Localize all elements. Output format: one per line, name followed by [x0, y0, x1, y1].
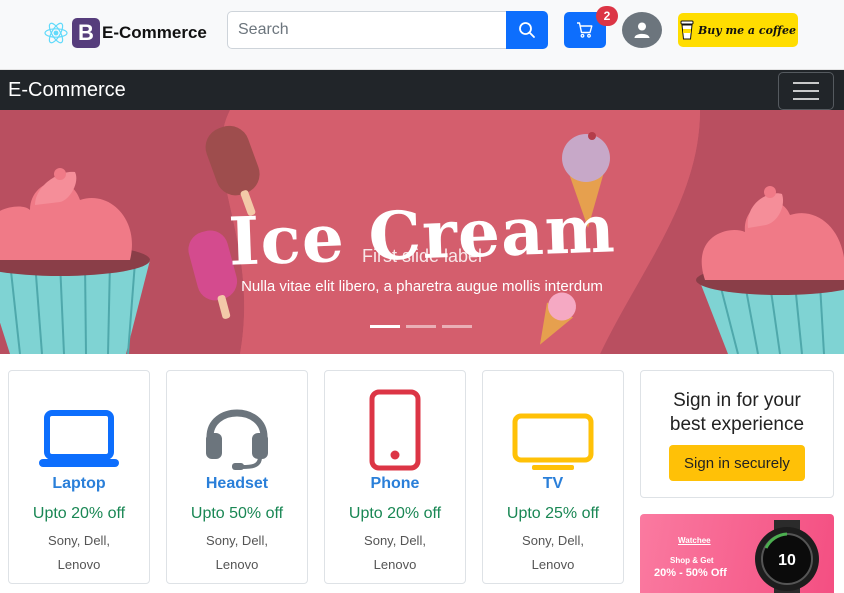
carousel-indicator-2[interactable]	[406, 325, 436, 328]
navbar-toggler-button[interactable]	[778, 72, 834, 110]
watch-promo-banner[interactable]: Watchee Shop & Get 20% - 50% Off 10	[640, 514, 834, 593]
react-icon	[44, 22, 68, 44]
product-offer: Upto 20% off	[348, 505, 442, 522]
tv-icon	[512, 413, 594, 470]
search-button[interactable]	[506, 11, 548, 49]
cart-count-badge: 2	[596, 6, 618, 26]
signin-title: Sign in for your best experience	[669, 390, 805, 435]
cart-icon	[577, 22, 593, 38]
user-icon	[634, 22, 650, 38]
promo-subtitle: Shop & Get	[670, 556, 714, 565]
product-brands: Sony, Dell, Lenovo	[206, 533, 268, 572]
search-icon	[519, 22, 535, 38]
carousel-indicators	[370, 325, 472, 328]
signin-card: Sign in for your best experience Sign in…	[640, 370, 834, 498]
hamburger-icon	[793, 82, 819, 84]
product-offer: Upto 50% off	[190, 505, 284, 522]
headset-icon	[206, 409, 268, 470]
phone-icon	[369, 389, 421, 471]
hero-carousel[interactable]: Ice Cream First slide label Nulla vitae …	[0, 110, 844, 354]
product-brands: Sony, Dell, Lenovo	[48, 533, 110, 572]
coffee-cup-icon	[680, 20, 694, 40]
user-avatar[interactable]	[622, 12, 662, 48]
carousel-indicator-3[interactable]	[442, 325, 472, 328]
promo-discount: 20% - 50% Off	[654, 567, 727, 579]
carousel-slide-label: First slide label	[361, 246, 483, 266]
search-input[interactable]	[227, 11, 506, 49]
product-offer: Upto 20% off	[32, 505, 126, 522]
buy-me-a-coffee-button[interactable]: Buy me a coffee	[678, 13, 798, 47]
svg-text:10: 10	[778, 552, 796, 569]
product-name[interactable]: TV	[483, 475, 623, 493]
product-card-headset[interactable]: Headset Upto 50% off Sony, Dell, Lenovo	[166, 370, 308, 584]
product-name[interactable]: Headset	[167, 475, 307, 493]
bootstrap-logo-icon: B	[72, 18, 100, 48]
laptop-icon	[39, 410, 119, 467]
search-bar	[227, 11, 548, 49]
main-navbar: E-Commerce	[0, 70, 844, 110]
product-card-phone[interactable]: Phone Upto 20% off Sony, Dell, Lenovo	[324, 370, 466, 584]
product-card-tv[interactable]: TV Upto 25% off Sony, Dell, Lenovo	[482, 370, 624, 584]
carousel-indicator-1[interactable]	[370, 325, 400, 328]
top-header: B E-Commerce 2 Buy me a coffe	[0, 0, 844, 70]
coffee-label: Buy me a coffee	[697, 23, 797, 37]
navbar-brand[interactable]: E-Commerce	[8, 79, 126, 102]
brand-logo[interactable]: B E-Commerce	[42, 16, 207, 50]
product-offer: Upto 25% off	[506, 505, 600, 522]
signin-button[interactable]: Sign in securely	[669, 445, 805, 481]
product-name[interactable]: Laptop	[9, 475, 149, 493]
brand-name: E-Commerce	[102, 23, 207, 42]
product-card-laptop[interactable]: Laptop Upto 20% off Sony, Dell, Lenovo	[8, 370, 150, 584]
product-brands: Sony, Dell, Lenovo	[364, 533, 426, 572]
promo-brand: Watchee	[678, 536, 711, 545]
product-brands: Sony, Dell, Lenovo	[522, 533, 584, 572]
smartwatch-icon: 10	[755, 520, 819, 593]
carousel-slide-text: Nulla vitae elit libero, a pharetra augu…	[241, 278, 603, 295]
product-name[interactable]: Phone	[325, 475, 465, 493]
